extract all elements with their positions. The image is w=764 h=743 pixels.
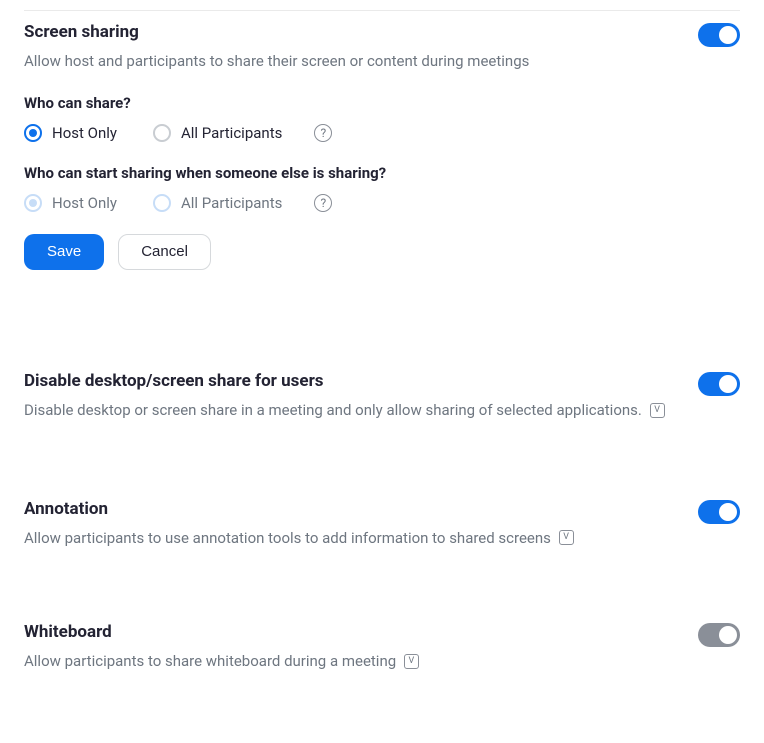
save-button[interactable]: Save — [24, 234, 104, 270]
who-can-share-radio-group: Host Only All Participants ? — [24, 124, 740, 142]
desc-text: Allow participants to use annotation too… — [24, 529, 551, 547]
badge-icon: V — [650, 403, 665, 418]
badge-icon: V — [404, 654, 419, 669]
screen-sharing-desc: Allow host and participants to share the… — [24, 50, 668, 73]
disable-desktop-share-title: Disable desktop/screen share for users — [24, 370, 668, 393]
who-can-start-radio-group: Host Only All Participants ? — [24, 194, 740, 212]
annotation-desc: Allow participants to use annotation too… — [24, 527, 668, 550]
who-can-share-all-participants[interactable]: All Participants — [153, 124, 282, 142]
screen-sharing-toggle[interactable] — [698, 23, 740, 47]
setting-screen-sharing: Screen sharing Allow host and participan… — [24, 15, 740, 270]
radio-icon — [153, 124, 171, 142]
who-can-start-question: Who can start sharing when someone else … — [24, 164, 740, 182]
setting-disable-desktop-share: Disable desktop/screen share for users D… — [24, 364, 740, 421]
screen-sharing-buttons: Save Cancel — [24, 234, 740, 270]
badge-icon: V — [559, 530, 574, 545]
help-icon[interactable]: ? — [314, 194, 332, 212]
cancel-button[interactable]: Cancel — [118, 234, 211, 270]
radio-icon — [153, 194, 171, 212]
whiteboard-toggle[interactable] — [698, 623, 740, 647]
radio-label: Host Only — [52, 124, 117, 142]
annotation-toggle[interactable] — [698, 500, 740, 524]
help-icon[interactable]: ? — [314, 124, 332, 142]
setting-annotation: Annotation Allow participants to use ann… — [24, 492, 740, 549]
who-can-start-host-only[interactable]: Host Only — [24, 194, 117, 212]
who-can-share-question: Who can share? — [24, 94, 740, 112]
radio-icon — [24, 194, 42, 212]
desc-text: Allow participants to share whiteboard d… — [24, 652, 396, 670]
disable-desktop-share-toggle[interactable] — [698, 372, 740, 396]
radio-icon — [24, 124, 42, 142]
who-can-start-all-participants[interactable]: All Participants — [153, 194, 282, 212]
desc-text: Disable desktop or screen share in a mee… — [24, 401, 642, 419]
radio-label: All Participants — [181, 194, 282, 212]
whiteboard-desc: Allow participants to share whiteboard d… — [24, 650, 668, 673]
who-can-share-host-only[interactable]: Host Only — [24, 124, 117, 142]
whiteboard-title: Whiteboard — [24, 621, 668, 644]
disable-desktop-share-desc: Disable desktop or screen share in a mee… — [24, 399, 668, 422]
screen-sharing-title: Screen sharing — [24, 21, 668, 44]
radio-label: All Participants — [181, 124, 282, 142]
annotation-title: Annotation — [24, 498, 668, 521]
setting-whiteboard: Whiteboard Allow participants to share w… — [24, 615, 740, 672]
radio-label: Host Only — [52, 194, 117, 212]
